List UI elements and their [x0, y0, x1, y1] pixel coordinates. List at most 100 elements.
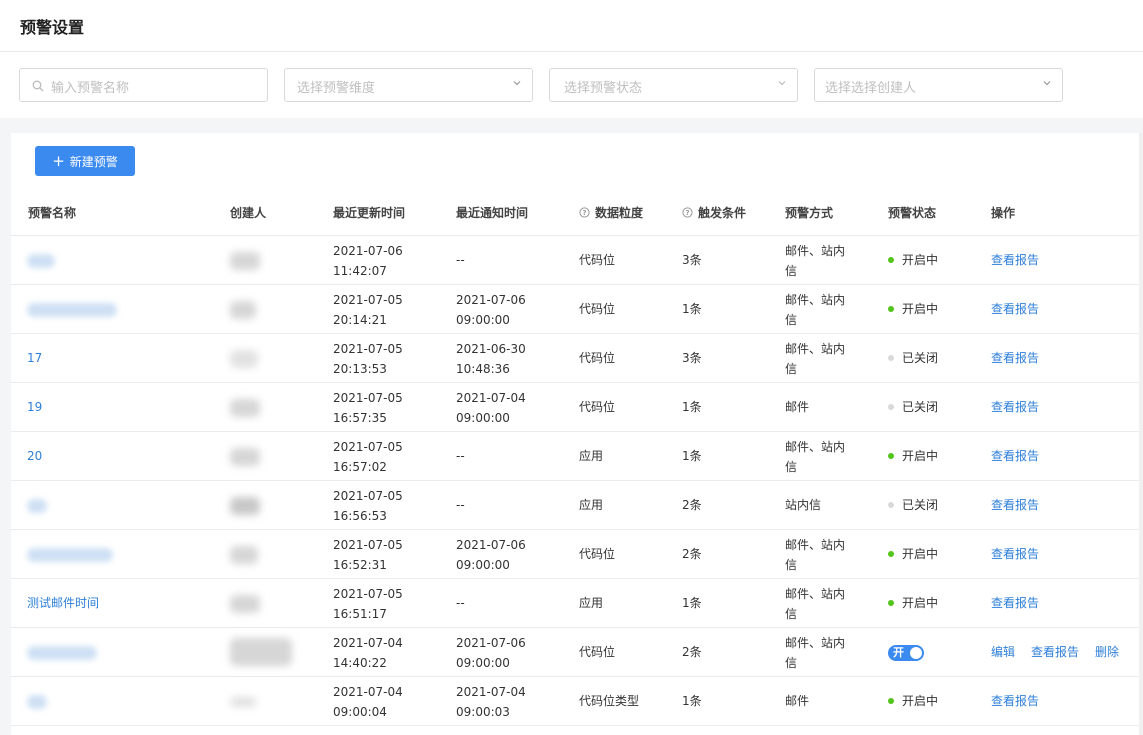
method: 邮件 [785, 694, 810, 708]
creator-avatar [230, 448, 260, 466]
granularity: 代码位 [579, 253, 616, 267]
view-report-link[interactable]: 查看报告 [991, 250, 1039, 270]
notified-time: 2021-07-06 09:00:00 [456, 293, 526, 327]
updated-time: 2021-07-05 16:57:02 [333, 440, 403, 474]
status-badge: 已关闭 [888, 348, 938, 368]
alert-table: 预警名称 创建人 最近更新时间 最近通知时间 ? 数据粒度 ? 触发条件 预警方… [11, 187, 1143, 726]
header-updated: 最近更新时间 [333, 206, 406, 220]
method: 邮件 [785, 400, 810, 414]
updated-time: 2021-07-05 20:14:21 [333, 293, 403, 327]
notified-time: -- [456, 253, 465, 267]
alert-name-link[interactable]: 测试邮件时间 [27, 593, 99, 613]
condition: 1条 [682, 400, 702, 414]
condition: 1条 [682, 302, 702, 316]
status-dot-icon [888, 698, 894, 704]
alert-list-panel: + 新建预警 预警名称 创建人 最近更新时间 最近通知时间 ? 数据粒度 ? 触… [11, 133, 1143, 735]
status-badge: 开启中 [888, 691, 938, 711]
updated-time: 2021-07-05 16:51:17 [333, 587, 403, 621]
condition: 2条 [682, 498, 702, 512]
method: 邮件、站内信 [785, 440, 846, 474]
header-actions: 操作 [991, 206, 1016, 220]
condition: 1条 [682, 596, 702, 610]
alert-name-link[interactable] [27, 254, 55, 268]
svg-text:?: ? [685, 209, 689, 217]
status-dot-icon [888, 600, 894, 606]
question-circle-icon[interactable]: ? [579, 207, 590, 218]
updated-time: 2021-07-05 20:13:53 [333, 342, 403, 376]
granularity: 应用 [579, 596, 604, 610]
creator-avatar [230, 697, 256, 707]
notified-time: 2021-07-06 09:00:00 [456, 538, 526, 572]
filter-bar: 输入预警名称 选择预警维度 选择预警状态 选择选择创建人 [0, 52, 1143, 118]
dimension-select[interactable]: 选择预警维度 [284, 68, 533, 102]
view-report-link[interactable]: 查看报告 [991, 348, 1039, 368]
status-badge: 已关闭 [888, 495, 938, 515]
view-report-link[interactable]: 查看报告 [991, 495, 1039, 515]
status-badge: 开启中 [888, 544, 938, 564]
view-report-link[interactable]: 查看报告 [1031, 642, 1079, 662]
chevron-down-icon [513, 81, 521, 86]
view-report-link[interactable]: 查看报告 [991, 397, 1039, 417]
search-icon [32, 80, 44, 92]
delete-link[interactable]: 删除 [1095, 642, 1119, 662]
granularity: 代码位 [579, 400, 616, 414]
alert-name-link[interactable]: 20 [27, 446, 42, 466]
status-dot-icon [888, 257, 894, 263]
edit-link[interactable]: 编辑 [991, 642, 1015, 662]
alert-name-link[interactable] [27, 548, 113, 562]
granularity: 代码位 [579, 645, 616, 659]
alert-name-link[interactable] [27, 499, 47, 513]
status-badge: 开启中 [888, 593, 938, 613]
view-report-link[interactable]: 查看报告 [991, 299, 1039, 319]
svg-text:?: ? [582, 209, 586, 217]
status-dot-icon [888, 551, 894, 557]
alert-name-link[interactable]: 17 [27, 348, 42, 368]
view-report-link[interactable]: 查看报告 [991, 691, 1039, 711]
chevron-down-icon [1043, 81, 1051, 86]
creator-avatar [230, 497, 260, 515]
search-placeholder: 输入预警名称 [51, 81, 130, 96]
notified-time: -- [456, 449, 465, 463]
alert-name-link[interactable]: 19 [27, 397, 42, 417]
notified-time: 2021-07-04 09:00:00 [456, 391, 526, 425]
alert-name-link[interactable] [27, 303, 117, 317]
condition: 3条 [682, 351, 702, 365]
view-report-link[interactable]: 查看报告 [991, 593, 1039, 613]
alert-name-link[interactable] [27, 695, 47, 709]
method: 邮件、站内信 [785, 587, 846, 621]
page-title: 预警设置 [20, 18, 85, 37]
condition: 2条 [682, 547, 702, 561]
status-select[interactable]: 选择预警状态 [549, 68, 798, 102]
new-alert-button[interactable]: + 新建预警 [35, 146, 135, 176]
notified-time: -- [456, 596, 465, 610]
status-dot-icon [888, 404, 894, 410]
scrollbar[interactable] [1139, 133, 1143, 735]
status-badge: 已关闭 [888, 397, 938, 417]
table-header: 预警名称 创建人 最近更新时间 最近通知时间 ? 数据粒度 ? 触发条件 预警方… [11, 187, 1143, 236]
header-granularity-label: 数据粒度 [595, 206, 644, 220]
table-row: 2021-07-05 16:56:53 -- 应用 2条 站内信 已关闭 查看报告 [11, 481, 1143, 530]
table-row: 测试邮件时间 2021-07-05 16:51:17 -- 应用 1条 邮件、站内… [11, 579, 1143, 628]
creator-select[interactable]: 选择选择创建人 [814, 68, 1063, 102]
chevron-down-icon [778, 81, 786, 86]
granularity: 应用 [579, 498, 604, 512]
updated-time: 2021-07-06 11:42:07 [333, 244, 403, 278]
method: 站内信 [785, 498, 822, 512]
method: 邮件、站内信 [785, 636, 846, 670]
table-row: 2021-07-05 16:52:31 2021-07-06 09:00:00 代码… [11, 530, 1143, 579]
status-toggle[interactable]: 开 [888, 645, 924, 661]
creator-placeholder: 选择选择创建人 [825, 81, 917, 96]
search-input[interactable]: 输入预警名称 [19, 68, 268, 102]
view-report-link[interactable]: 查看报告 [991, 544, 1039, 564]
new-alert-label: 新建预警 [69, 154, 118, 169]
table-row: 2021-07-04 09:00:04 2021-07-04 09:00:03 代码… [11, 677, 1143, 726]
notified-time: 2021-07-04 09:00:03 [456, 685, 526, 719]
table-row: 2021-07-04 14:40:22 2021-07-06 09:00:00 代码… [11, 628, 1143, 677]
granularity: 代码位类型 [579, 694, 640, 708]
view-report-link[interactable]: 查看报告 [991, 446, 1039, 466]
granularity: 代码位 [579, 351, 616, 365]
granularity: 代码位 [579, 547, 616, 561]
question-circle-icon[interactable]: ? [682, 207, 693, 218]
updated-time: 2021-07-04 14:40:22 [333, 636, 403, 670]
alert-name-link[interactable] [27, 646, 97, 660]
